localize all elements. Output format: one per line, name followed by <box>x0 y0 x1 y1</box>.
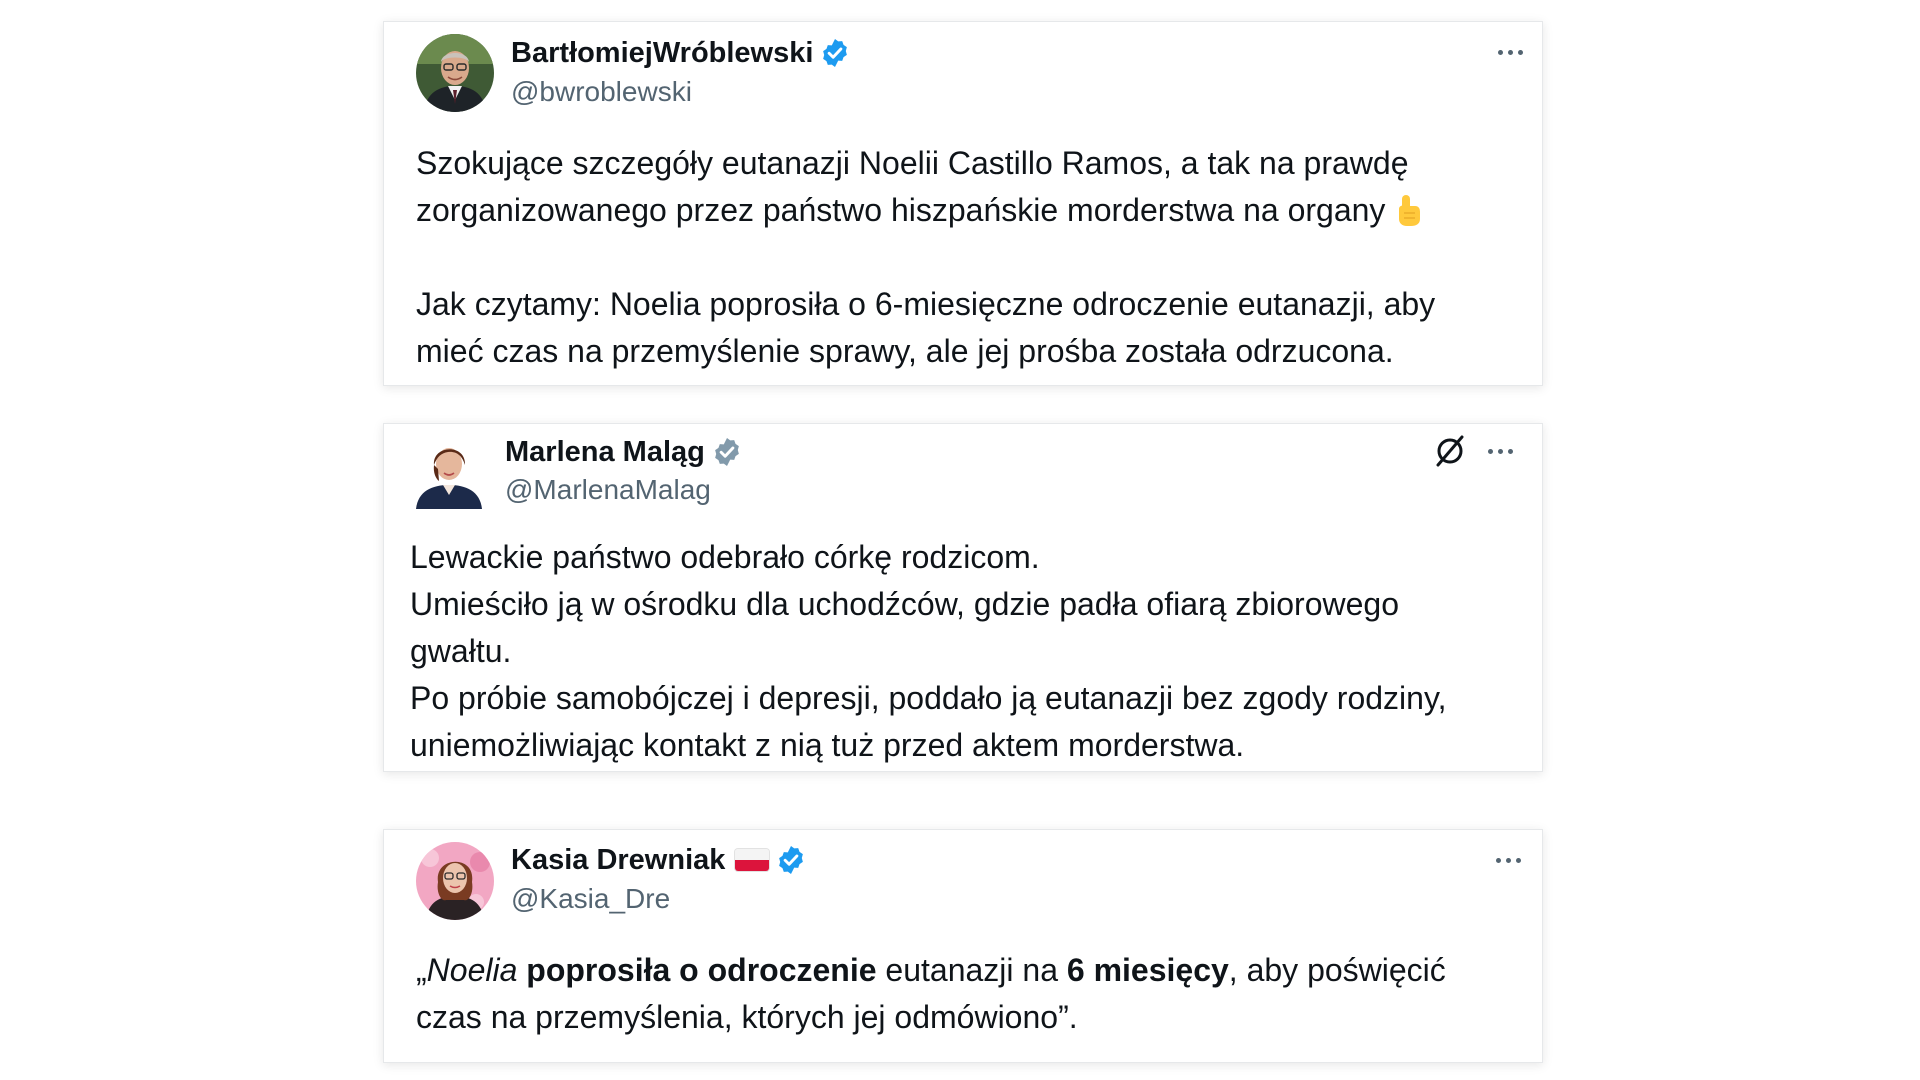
text-line: uniemożliwiając kontakt z nią tuż przed … <box>410 727 1245 763</box>
more-options-icon[interactable] <box>1488 441 1513 461</box>
tweet-text: Lewackie państwo odebrało córkę rodzicom… <box>410 534 1446 769</box>
text-line: Jak czytamy: Noelia poprosiła o 6-miesię… <box>416 286 1436 322</box>
text-line: zorganizowanego przez państwo hiszpański… <box>416 192 1386 228</box>
text-line: „Noelia poprosiła o odroczenie eutanazji… <box>416 947 1446 994</box>
author-name-row: Kasia Drewniak <box>511 842 807 878</box>
author-name[interactable]: BartłomiejWróblewski <box>511 37 813 70</box>
avatar[interactable] <box>416 842 494 920</box>
tweet-card: BartłomiejWróblewski @bwroblewski Szokuj… <box>383 21 1543 386</box>
open-quote: „ <box>416 952 427 988</box>
verified-badge-icon <box>714 438 739 466</box>
tweet-text: Szokujące szczegóły eutanazji Noelii Cas… <box>416 140 1435 375</box>
author-handle[interactable]: @MarlenaMalag <box>505 474 711 506</box>
text-line: Lewackie państwo odebrało córkę rodzicom… <box>410 539 1040 575</box>
verified-badge-icon <box>779 846 804 874</box>
text-line: zorganizowanego przez państwo hiszpański… <box>416 187 1435 234</box>
verified-badge-icon <box>823 39 848 67</box>
more-options-icon[interactable] <box>1498 42 1523 62</box>
author-handle[interactable]: @bwroblewski <box>511 76 692 108</box>
text-line: Po próbie samobójczej i depresji, poddał… <box>410 680 1447 716</box>
bold-phrase: poprosiła o odroczenie <box>526 952 877 988</box>
more-options-icon[interactable] <box>1496 850 1521 870</box>
author-name[interactable]: Kasia Drewniak <box>511 844 725 877</box>
author-name-row: BartłomiejWróblewski <box>511 35 851 71</box>
bold-phrase: 6 miesięcy <box>1066 952 1229 988</box>
text-line: Umieściło ją w ośrodku dla uchodźców, gd… <box>410 586 1399 622</box>
text-line: czas na przemyślenia, których jej odmówi… <box>416 999 1078 1035</box>
text-line: Szokujące szczegóły eutanazji Noelii Cas… <box>416 145 1409 181</box>
tweet-text: „Noelia poprosiła o odroczenie eutanazji… <box>416 947 1446 1041</box>
avatar[interactable] <box>410 431 488 509</box>
pointing-up-finger-emoji <box>1399 195 1421 226</box>
author-name[interactable]: Marlena Maląg <box>505 436 705 469</box>
quote-name: Noelia <box>426 952 518 988</box>
tweet-card: Marlena Maląg @MarlenaMalag Lewackie pań… <box>383 423 1543 772</box>
plain-phrase: , aby poświęcić <box>1228 952 1446 988</box>
grok-icon[interactable] <box>1432 433 1468 469</box>
avatar[interactable] <box>416 34 494 112</box>
plain-phrase: eutanazji na <box>885 952 1058 988</box>
author-handle[interactable]: @Kasia_Dre <box>511 883 670 915</box>
text-line: gwałtu. <box>410 633 512 669</box>
tweet-card: Kasia Drewniak @Kasia_Dre „Noelia popros… <box>383 829 1543 1063</box>
author-name-row: Marlena Maląg <box>505 434 743 470</box>
poland-flag-icon <box>735 849 770 871</box>
text-line: mieć czas na przemyślenie sprawy, ale je… <box>416 333 1394 369</box>
